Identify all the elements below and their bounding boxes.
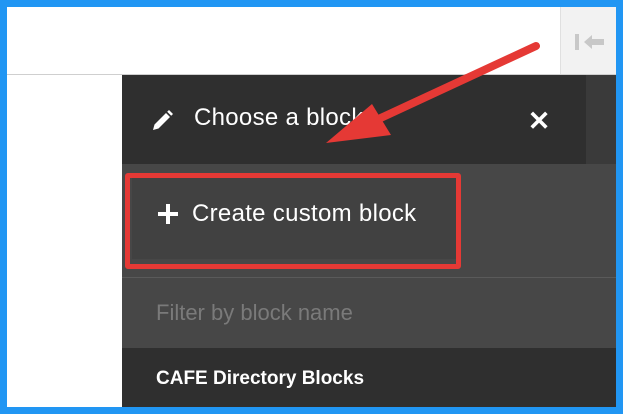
collapse-arrow-icon[interactable] [573,33,607,51]
block-category-row[interactable]: CAFE Directory Blocks [122,348,616,407]
close-button[interactable]: ✕ [525,107,553,135]
pencil-icon [153,110,173,130]
filter-row [122,278,616,348]
panel-header: Choose a block ✕ [122,75,586,164]
top-bar [7,7,616,75]
filter-by-block-name-input[interactable] [122,278,616,348]
collapse-tab[interactable] [560,7,616,74]
panel-title: Choose a block [194,104,364,131]
highlight-box [125,173,461,269]
close-icon[interactable]: ✕ [528,106,551,136]
block-category-label: CAFE Directory Blocks [156,368,365,389]
page-content-area [7,75,122,407]
header-side-strip [586,75,616,164]
